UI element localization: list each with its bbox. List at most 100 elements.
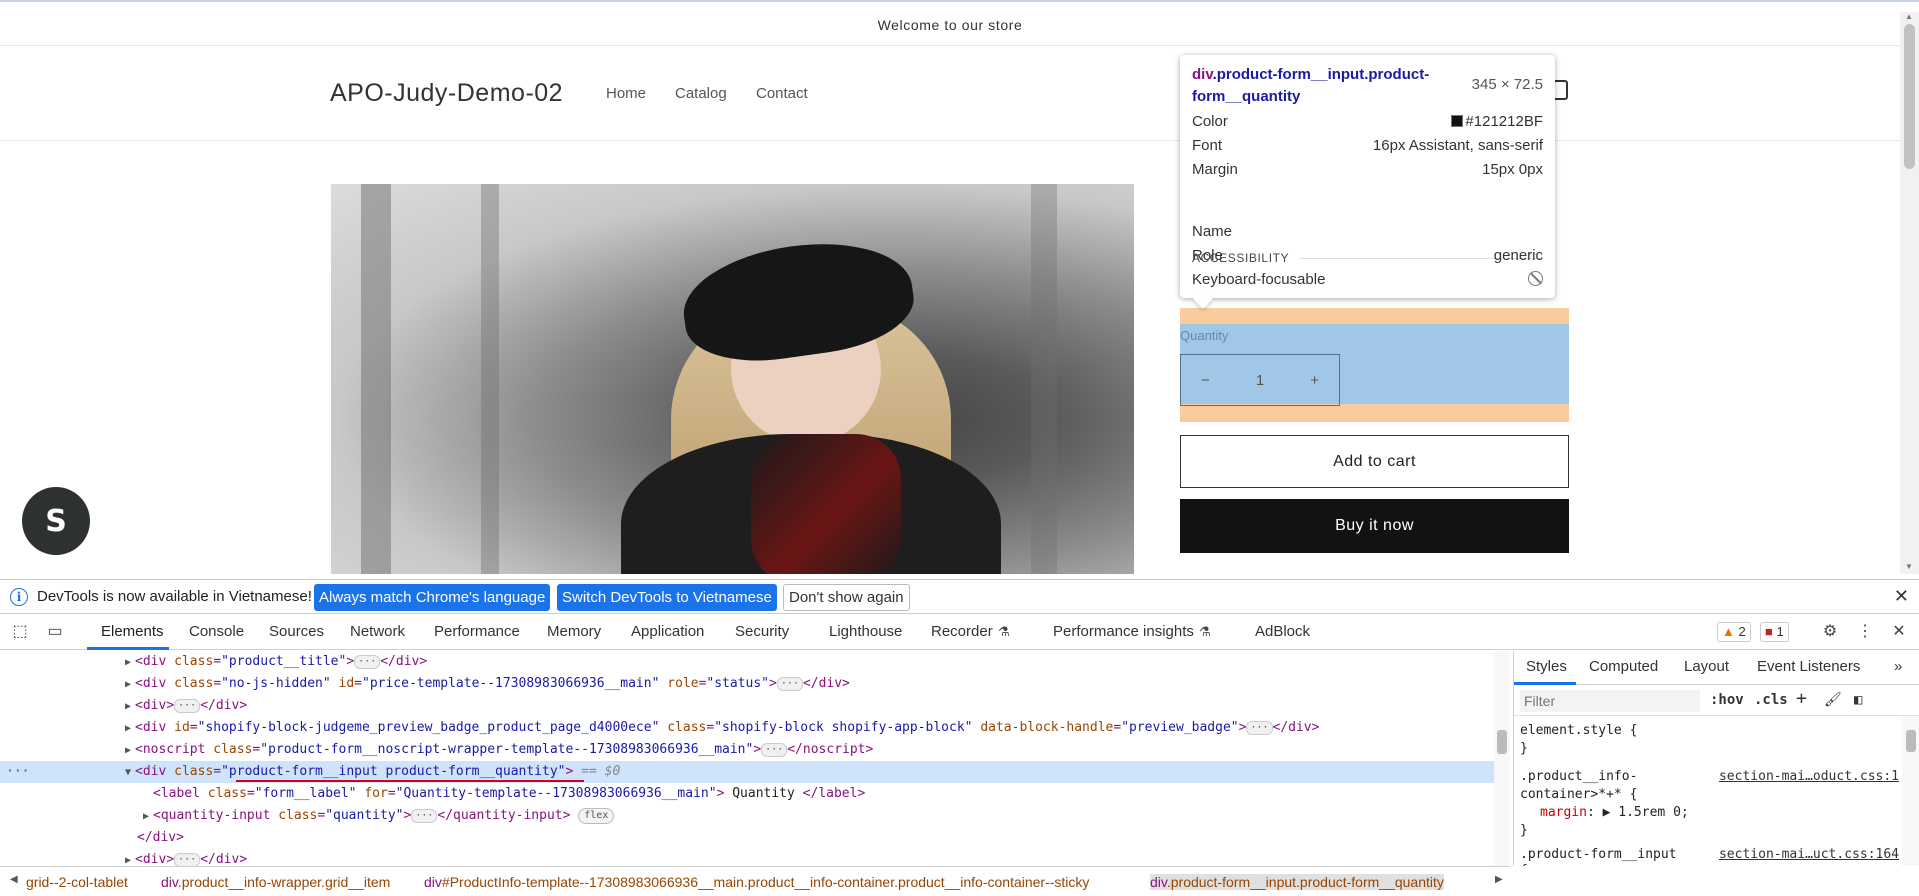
dom-node[interactable]: ▶ <noscript class="product-form__noscript… (0, 739, 1494, 761)
breadcrumb-item[interactable]: grid--2-col-tablet (26, 874, 128, 890)
info-icon: i (10, 588, 28, 606)
switch-language-button[interactable]: Switch DevTools to Vietnamese (557, 584, 777, 611)
more-options-icon[interactable]: ⋮ (1855, 622, 1875, 642)
active-tab-indicator (87, 647, 169, 650)
close-devtools-icon[interactable]: ✕ (1889, 622, 1909, 642)
nav-home[interactable]: Home (606, 85, 646, 102)
nav-catalog[interactable]: Catalog (675, 85, 727, 102)
inspect-margin-highlight-top (1180, 308, 1569, 324)
page-scrollbar[interactable]: ▲ ▼ (1900, 12, 1919, 574)
annotation-underline (236, 780, 584, 782)
tab-recorder[interactable]: Recorder (931, 623, 993, 640)
tooltip-size: 345 × 72.5 (1471, 76, 1543, 93)
dom-node[interactable]: ▶ <div> ··· </div> (0, 849, 1494, 866)
issue-icon: ■ (1765, 624, 1773, 639)
tooltip-color-value: #121212BF (1451, 113, 1543, 130)
tab-network[interactable]: Network (350, 623, 405, 640)
buy-now-button[interactable]: Buy it now (1180, 499, 1569, 553)
add-rule-icon[interactable]: + (1796, 688, 1807, 709)
device-toolbar-icon[interactable]: ▭ (45, 622, 65, 642)
styles-filter-row: :hov .cls + 🖌 ◧ (1514, 686, 1919, 716)
tab-console[interactable]: Console (189, 623, 244, 640)
breadcrumb-item[interactable]: div.product__info-wrapper.grid__item (161, 874, 390, 890)
node-actions-icon[interactable]: ··· (6, 761, 29, 783)
inspect-element-icon[interactable]: ⬚ (10, 622, 30, 642)
warnings-badge[interactable]: ▲ 2 (1717, 622, 1751, 642)
breadcrumb-scroll-left-icon[interactable]: ◀ (10, 874, 18, 885)
more-tabs-icon[interactable]: » (1894, 658, 1902, 675)
match-language-button[interactable]: Always match Chrome's language (314, 584, 551, 611)
dom-node[interactable]: ▶ <div class="product__title"> ··· </div> (0, 651, 1494, 673)
add-to-cart-button[interactable]: Add to cart (1180, 435, 1569, 488)
nav-contact[interactable]: Contact (756, 85, 808, 102)
breadcrumb-scroll-right-icon[interactable]: ▶ (1495, 874, 1503, 885)
dom-node[interactable]: ▶ <div> ··· </div> (0, 695, 1494, 717)
page-viewport: Welcome to our store APO-Judy-Demo-02 Ho… (0, 0, 1919, 574)
styles-sidebar: Styles Computed Layout Event Listeners »… (1513, 651, 1919, 866)
dom-node[interactable]: ▶ <quantity-input class="quantity"> ··· </q… (0, 805, 1494, 827)
inspect-tooltip: div.product-form__input.product-form__qu… (1180, 55, 1555, 298)
tab-performance-insights[interactable]: Performance insights (1053, 623, 1194, 640)
quantity-increase-button[interactable]: + (1310, 372, 1319, 389)
dom-node[interactable]: ▶ <div class="no-js-hidden" id="price-tem… (0, 673, 1494, 695)
element-style-selector[interactable]: element.style { (1520, 723, 1637, 738)
tab-computed[interactable]: Computed (1589, 658, 1658, 675)
product-image[interactable] (331, 184, 1134, 574)
devtools-tabbar: ⬚ ▭ Elements Console Sources Network Per… (0, 614, 1919, 650)
tab-adblock[interactable]: AdBlock (1255, 623, 1310, 640)
tooltip-role-label: Role (1192, 247, 1223, 264)
breadcrumb-item[interactable]: div#ProductInfo-template--17308983066936… (424, 874, 1089, 890)
tooltip-margin-value: 15px 0px (1482, 161, 1543, 178)
tab-styles[interactable]: Styles (1526, 658, 1567, 675)
breadcrumb-item-active[interactable]: div.product-form__input.product-form__qu… (1150, 874, 1444, 890)
dont-show-again-button[interactable]: Don't show again (783, 584, 910, 611)
styles-filter-input[interactable] (1520, 690, 1700, 712)
hover-state-toggle[interactable]: :hov (1710, 692, 1744, 708)
dom-node[interactable]: <label class="form__label" for="Quantity… (0, 783, 1494, 805)
shopify-bag-icon[interactable]: S (22, 487, 90, 555)
elements-dom-tree: ▶ <div class="product__title"> ··· </div> ▶… (0, 651, 1510, 866)
paint-icon[interactable]: 🖌 (1824, 692, 1842, 708)
dom-node-close[interactable]: </div> (0, 827, 1494, 849)
tab-memory[interactable]: Memory (547, 623, 601, 640)
flask-icon: ⚗ (1199, 624, 1211, 639)
quantity-value[interactable]: 1 (1256, 372, 1264, 389)
color-swatch-icon (1451, 115, 1464, 127)
rule2-source-link[interactable]: section-mai…uct.css:164 (1719, 847, 1899, 862)
gear-icon[interactable]: ⚙ (1820, 622, 1840, 642)
flex-badge[interactable]: flex (578, 808, 615, 824)
rule1-selector[interactable]: .product__info- (1520, 769, 1637, 784)
tab-lighthouse[interactable]: Lighthouse (829, 623, 902, 640)
class-toggle[interactable]: .cls (1754, 692, 1788, 708)
tooltip-margin-label: Margin (1192, 161, 1238, 178)
not-focusable-icon (1528, 271, 1543, 286)
issues-badge[interactable]: ■ 1 (1760, 622, 1789, 642)
tab-security[interactable]: Security (735, 623, 789, 640)
tab-performance[interactable]: Performance (434, 623, 520, 640)
tab-sources[interactable]: Sources (269, 623, 324, 640)
quantity-decrease-button[interactable]: − (1201, 372, 1210, 389)
active-tab-indicator (1514, 682, 1576, 685)
quantity-stepper[interactable]: − 1 + (1180, 354, 1340, 406)
rule2-selector[interactable]: .product-form__input (1520, 847, 1677, 862)
tab-layout[interactable]: Layout (1684, 658, 1729, 675)
tab-event-listeners[interactable]: Event Listeners (1757, 658, 1860, 675)
scroll-up-icon[interactable]: ▲ (1905, 12, 1913, 21)
store-logo[interactable]: APO-Judy-Demo-02 (330, 79, 563, 108)
scroll-down-icon[interactable]: ▼ (1905, 562, 1913, 571)
rule1-source-link[interactable]: section-mai…oduct.css:1 (1719, 769, 1899, 784)
inspect-margin-highlight-bottom (1180, 404, 1569, 422)
sidebar-toggle-icon[interactable]: ◧ (1854, 692, 1862, 708)
dom-node-selected[interactable]: ··· ▼ <div class="product-form__input pro… (0, 761, 1494, 783)
tab-elements[interactable]: Elements (101, 623, 164, 640)
dom-node[interactable]: ▶ <div id="shopify-block-judgeme_preview_… (0, 717, 1494, 739)
rule1-declaration[interactable]: margin: ▶ 1.5rem 0; (1540, 805, 1689, 820)
elements-scrollbar[interactable] (1494, 651, 1510, 866)
devtools-infobar: i DevTools is now available in Vietnames… (0, 579, 1919, 614)
rule-close-brace: } (1520, 823, 1528, 838)
rule1-selector-cont[interactable]: container>*+* { (1520, 787, 1637, 802)
tab-application[interactable]: Application (631, 623, 704, 640)
styles-scrollbar[interactable] (1902, 716, 1919, 866)
styles-tabbar: Styles Computed Layout Event Listeners » (1514, 651, 1919, 685)
close-icon[interactable]: ✕ (1894, 586, 1909, 607)
